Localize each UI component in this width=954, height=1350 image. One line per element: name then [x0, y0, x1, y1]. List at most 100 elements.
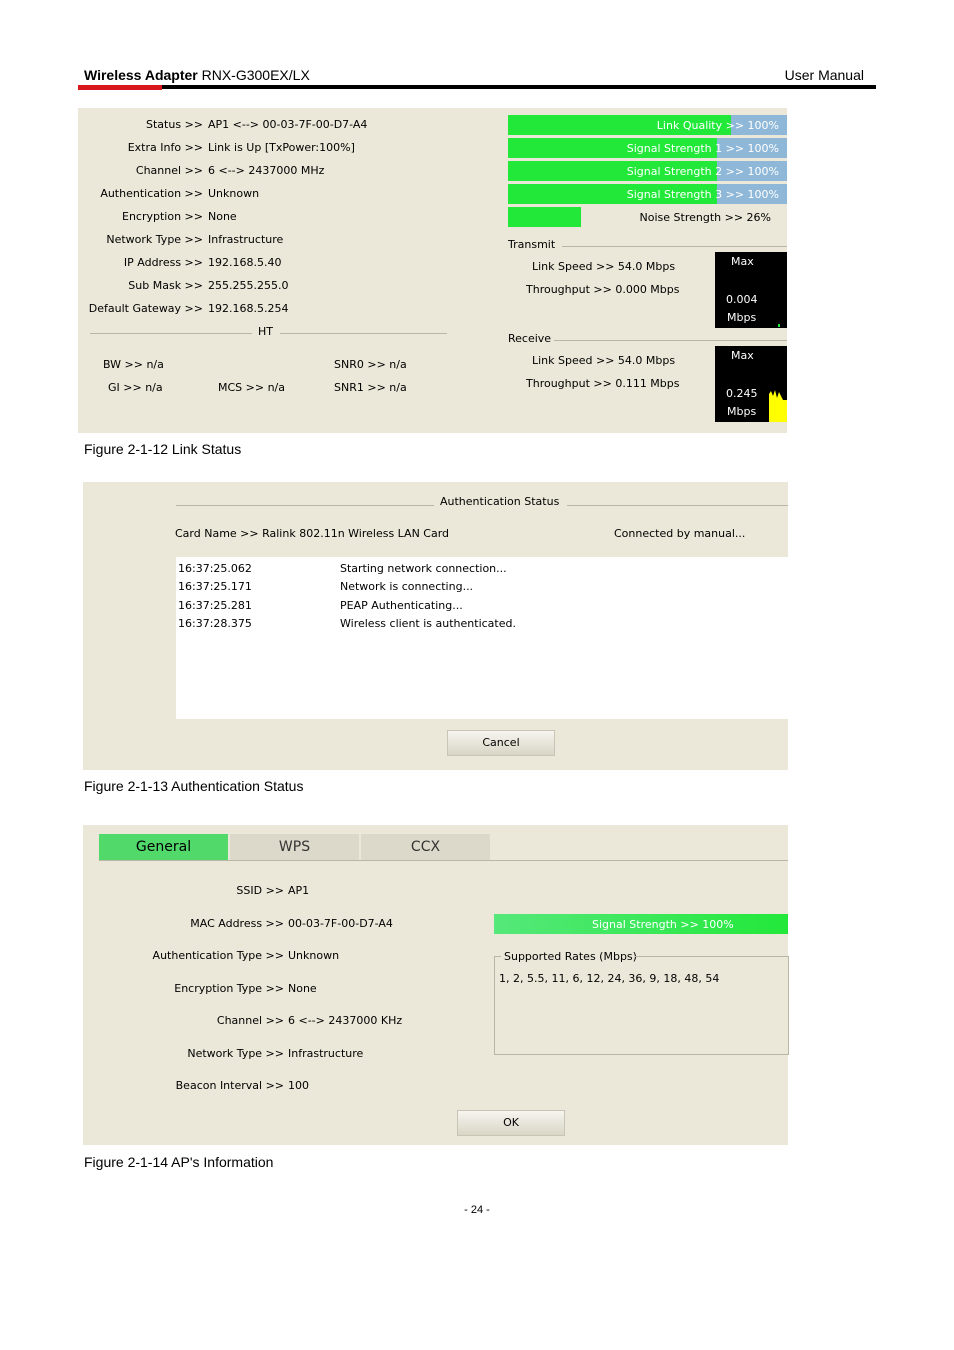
noise-strength-text: Noise Strength >> 26% [639, 211, 771, 224]
supported-rates-box: Supported Rates (Mbps) 1, 2, 5.5, 11, 6,… [494, 950, 789, 1055]
snr0-value: SNR0 >> n/a [334, 358, 407, 371]
link-status-panel: Status >> AP1 <--> 00-03-7F-00-D7-A4 Ext… [78, 108, 787, 433]
tab-ccx[interactable]: CCX [361, 834, 490, 860]
network-type-value: Infrastructure [208, 233, 284, 246]
cancel-button[interactable]: Cancel [447, 730, 555, 756]
encryption-label: Encryption >> [122, 210, 203, 223]
auth-status-panel: Authentication Status Card Name >> Ralin… [83, 482, 788, 770]
authentication-value: Unknown [208, 187, 260, 200]
receive-graph-value: 0.245 [726, 387, 758, 400]
network-type-label: Network Type >> [106, 233, 203, 246]
transmit-title: Transmit [508, 238, 556, 251]
header-rule [78, 85, 876, 89]
encryption-type-value: None [288, 982, 317, 995]
log-message: PEAP Authenticating... [340, 599, 463, 612]
tab-general[interactable]: General [99, 834, 228, 860]
supported-rates-values: 1, 2, 5.5, 11, 6, 12, 24, 36, 9, 18, 48,… [499, 972, 720, 985]
ap-signal-strength-text: Signal Strength >> 100% [592, 918, 734, 931]
ssid-label: SSID >> [236, 884, 284, 897]
signal-strength-3-bar: Signal Strength 3 >> 100% [508, 184, 787, 204]
receive-graph-trace [769, 390, 787, 422]
status-value: AP1 <--> 00-03-7F-00-D7-A4 [208, 118, 368, 131]
transmit-graph-value: 0.004 [726, 293, 758, 306]
transmit-graph-unit: Mbps [727, 311, 757, 324]
mcs-value: MCS >> n/a [218, 381, 285, 394]
signal-strength-2-bar: Signal Strength 2 >> 100% [508, 161, 787, 181]
log-time: 16:37:25.281 [178, 599, 252, 612]
receive-title: Receive [508, 332, 552, 345]
tab-wps[interactable]: WPS [230, 834, 359, 860]
mac-address-label: MAC Address >> [190, 917, 284, 930]
snr1-value: SNR1 >> n/a [334, 381, 407, 394]
log-message: Starting network connection... [340, 562, 507, 575]
figure-caption-link-status: Figure 2-1-12 Link Status [84, 441, 242, 457]
receive-graph-unit: Mbps [727, 405, 757, 418]
authentication-type-label: Authentication Type >> [152, 949, 284, 962]
ap-network-type-value: Infrastructure [288, 1047, 364, 1060]
mac-address-value: 00-03-7F-00-D7-A4 [288, 917, 393, 930]
receive-divider [554, 340, 787, 341]
extra-info-value: Link is Up [TxPower:100%] [208, 141, 355, 154]
ap-signal-strength-bar: Signal Strength >> 100% [494, 914, 788, 934]
noise-strength-fill [508, 207, 581, 227]
signal-strength-1-text: Signal Strength 1 >> 100% [626, 142, 779, 155]
ip-address-label: IP Address >> [123, 256, 203, 269]
auth-title-divider-left [176, 505, 434, 506]
authentication-type-value: Unknown [288, 949, 340, 962]
figure-caption-auth-status: Figure 2-1-13 Authentication Status [84, 778, 304, 794]
log-message: Network is connecting... [340, 580, 474, 593]
default-gateway-label: Default Gateway >> [88, 302, 203, 315]
ok-button[interactable]: OK [457, 1110, 565, 1136]
encryption-value: None [208, 210, 237, 223]
log-message: Wireless client is authenticated. [340, 617, 516, 630]
auth-title-divider-right [567, 505, 788, 506]
ht-divider-left [90, 333, 252, 334]
channel-label: Channel >> [135, 164, 203, 177]
transmit-divider [562, 246, 787, 247]
supported-rates-title: Supported Rates (Mbps) [504, 950, 637, 963]
receive-graph-max: Max [731, 349, 754, 362]
log-time: 16:37:25.171 [178, 580, 252, 593]
header-title: Wireless Adapter RNX-G300EX/LX [84, 67, 310, 83]
header-rule-accent [78, 85, 162, 90]
receive-throughput: Throughput >> 0.111 Mbps [526, 377, 680, 390]
extra-info-label: Extra Info >> [127, 141, 203, 154]
log-time: 16:37:28.375 [178, 617, 252, 630]
signal-strength-2-text: Signal Strength 2 >> 100% [626, 165, 779, 178]
transmit-graph: Max 0.004 Mbps [715, 252, 787, 328]
signal-strength-3-text: Signal Strength 3 >> 100% [626, 188, 779, 201]
card-name: Card Name >> Ralink 802.11n Wireless LAN… [175, 527, 450, 540]
ap-channel-value: 6 <--> 2437000 KHz [288, 1014, 403, 1027]
status-label: Status >> [146, 118, 203, 131]
link-quality-text: Link Quality >> 100% [656, 119, 779, 132]
ht-divider-right [280, 333, 447, 334]
ap-info-panel: General WPS CCX SSID >> AP1 MAC Address … [83, 825, 789, 1145]
default-gateway-value: 192.168.5.254 [208, 302, 289, 315]
transmit-graph-trace [778, 324, 780, 327]
header-manual-label: User Manual [784, 67, 864, 83]
auth-status-title: Authentication Status [440, 495, 560, 508]
beacon-interval-value: 100 [288, 1079, 309, 1092]
rates-box-top-left [495, 956, 501, 957]
bw-value: BW >> n/a [103, 358, 164, 371]
tab-strip-divider [99, 860, 788, 861]
log-time: 16:37:25.062 [178, 562, 252, 575]
rates-box-top-right [635, 956, 788, 957]
link-quality-bar: Link Quality >> 100% [508, 115, 787, 135]
ht-label: HT [258, 325, 273, 338]
transmit-graph-max: Max [731, 255, 754, 268]
auth-log-list[interactable]: 16:37:25.062 Starting network connection… [176, 557, 788, 719]
ap-network-type-label: Network Type >> [187, 1047, 284, 1060]
beacon-interval-label: Beacon Interval >> [175, 1079, 284, 1092]
page-number: - 24 - [464, 1204, 490, 1216]
connection-mode: Connected by manual... [614, 527, 746, 540]
figure-caption-ap-info: Figure 2-1-14 AP's Information [84, 1154, 274, 1170]
ap-channel-label: Channel >> [216, 1014, 284, 1027]
transmit-link-speed: Link Speed >> 54.0 Mbps [532, 260, 676, 273]
sub-mask-label: Sub Mask >> [128, 279, 203, 292]
sub-mask-value: 255.255.255.0 [208, 279, 289, 292]
signal-strength-1-bar: Signal Strength 1 >> 100% [508, 138, 787, 158]
receive-link-speed: Link Speed >> 54.0 Mbps [532, 354, 676, 367]
ip-address-value: 192.168.5.40 [208, 256, 282, 269]
receive-graph: Max 0.245 Mbps [715, 346, 787, 422]
